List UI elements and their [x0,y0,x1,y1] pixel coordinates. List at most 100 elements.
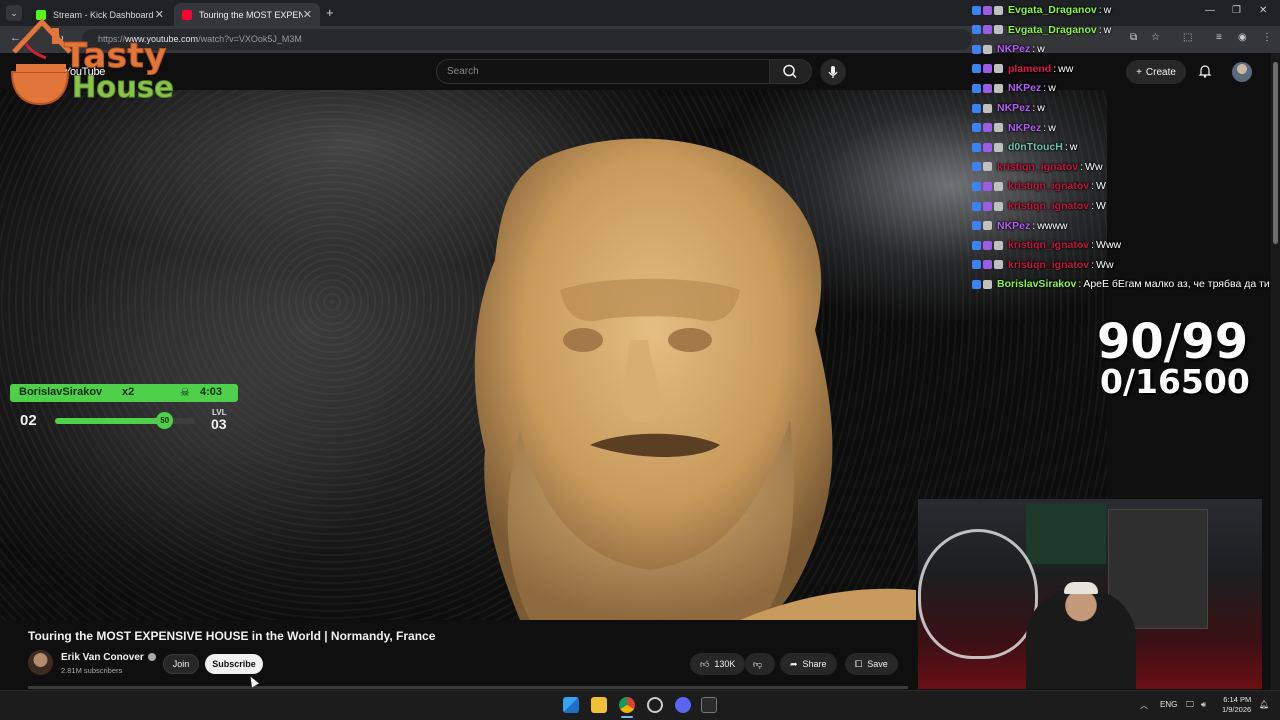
chat-message: kristiqn_ignatov: Ww [972,159,1103,175]
chat-message: Evgata_Draganov: w [972,2,1111,18]
network-icon[interactable]: 🖵︎ [1186,700,1194,710]
scrollbar-thumb[interactable] [1273,62,1278,244]
chat-message: BorislavSirakov: АреЕ бЕгам малко аз, че … [972,276,1270,292]
chat-badge-icon [983,260,992,270]
chat-username: NKPez [997,219,1031,232]
volume-icon[interactable]: 🔊︎ [1201,700,1206,710]
chat-separator: : [1032,219,1036,232]
chat-badge-icon [972,5,981,15]
chat-username: kristiqn_ignatov [1008,200,1090,212]
chat-badge-icon [972,103,981,113]
system-clock[interactable]: 6:14 PM 1/9/2026 [1222,695,1251,715]
next-level: 03 [211,416,227,432]
profile-icon[interactable]: ◉ [1238,32,1247,43]
bookmark-star-icon[interactable]: ☆ [1151,32,1160,43]
chat-badge-icon [983,44,992,54]
chat-separator: : [1078,278,1082,291]
menu-icon[interactable]: ⋮ [1262,32,1272,43]
chat-message: Evgata_Draganov: w [972,22,1111,38]
start-icon[interactable] [563,697,579,713]
maximize-button[interactable]: ❐ [1232,5,1241,16]
file-explorer-icon[interactable] [591,697,607,713]
chat-badge-icon [994,5,1003,15]
webcam-hanging-chair [918,529,1038,659]
active-app-indicator [621,716,633,718]
account-avatar[interactable] [1232,62,1252,82]
thumbs-up-icon: 👍︎ [700,658,710,669]
terminal-icon[interactable] [701,697,717,713]
chat-badge-icon [994,142,1003,152]
save-button[interactable]: ⧠ Save [845,653,898,675]
level-progress-track [55,418,195,424]
media-control-icon[interactable]: ≡ [1216,32,1222,43]
points-counter: 0/16500 [1100,362,1250,401]
verified-icon [147,653,156,662]
chat-message: kristiqn_ignatov: Ww [972,257,1114,273]
chat-badge-icon [994,260,1003,270]
chat-text: w [1037,43,1045,56]
discord-icon[interactable] [675,697,691,713]
notification-center-icon[interactable]: 🔔︎ [1259,700,1269,709]
webcam-wall [1026,504,1106,564]
chat-separator: : [1091,258,1095,271]
subscribe-button[interactable]: Subscribe [205,654,263,674]
install-app-icon[interactable]: ⧉ [1130,32,1137,43]
chat-badge-icon [972,240,981,250]
search-placeholder: Search [447,66,479,77]
search-button[interactable] [770,59,812,84]
chat-text: w [1048,82,1056,95]
minimize-button[interactable]: — [1205,5,1215,16]
voice-search-button[interactable] [820,59,846,85]
chat-badge-icon [972,64,981,74]
channel-name[interactable]: Erik Van Conover [61,652,156,663]
windows-taskbar [0,690,1280,720]
chat-text: Ww [1085,160,1103,173]
obs-icon[interactable] [647,697,663,713]
chat-separator: : [1032,102,1036,114]
chat-badge-icon [983,142,992,152]
chat-username: kristiqn_ignatov [1008,258,1090,271]
close-window-button[interactable]: ✕ [1259,5,1267,16]
join-button[interactable]: Join [163,654,199,674]
notifications-button[interactable] [1197,63,1213,84]
chat-badge-icon [994,64,1003,74]
chat-username: kristiqn_ignatov [1008,180,1090,193]
level-progress-value: 50 [156,412,174,429]
channel-avatar[interactable] [28,650,53,675]
new-tab-button[interactable]: + [326,5,334,20]
tab-youtube-video[interactable]: Touring the MOST EXPENSIVE H ✕ [174,3,320,26]
create-button[interactable]: + Create [1126,60,1186,84]
current-level: 02 [20,412,37,429]
chat-message: kristiqn_ignatov: W [972,178,1106,194]
chrome-icon[interactable] [619,697,635,713]
subscriber-count: 2.81M subscribers [61,666,123,675]
chat-badge-icon [983,103,992,113]
save-label: Save [867,659,888,669]
chat-text: w [1103,4,1112,16]
close-icon[interactable]: ✕ [303,8,312,21]
share-button[interactable]: ➦ Share [780,653,837,675]
chat-badge-icon [994,181,1003,191]
chat-text: w [1069,141,1078,154]
share-icon: ➦ [790,658,798,669]
horizontal-scrollbar[interactable] [28,686,908,689]
tray-chevron-icon[interactable]: ︿ [1140,700,1148,711]
microphone-icon [828,66,838,78]
chat-badge-icon [983,240,992,250]
dislike-button[interactable]: 👎︎ [745,653,775,675]
level-timer: 4:03 [200,386,223,398]
like-button[interactable]: 👍︎ 130K [690,653,746,675]
extensions-icon[interactable]: ⬚ [1183,32,1192,43]
chat-username: NKPez [1008,82,1042,95]
chat-badge-icon [972,83,981,93]
webcam-cap [1064,582,1098,594]
language-indicator[interactable]: ENG [1160,700,1177,709]
save-icon: ⧠ [855,658,863,669]
chat-username: d0nTtoucH [1008,141,1063,154]
create-label: Create [1145,66,1176,78]
video-title: Touring the MOST EXPENSIVE HOUSE in the … [28,629,436,643]
search-icon [783,64,797,79]
chat-username: kristiqn_ignatov [997,160,1079,173]
search-input[interactable] [436,59,770,84]
tab-label: Touring the MOST EXPENSIVE H [199,9,303,20]
